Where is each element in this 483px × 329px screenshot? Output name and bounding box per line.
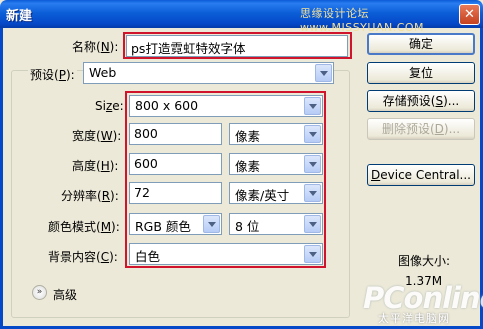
reset-button[interactable]: 复位 bbox=[367, 62, 475, 84]
size-label: Size: bbox=[95, 99, 124, 113]
pconline-watermark-tagline: 太平洋电脑网 bbox=[378, 312, 450, 325]
expand-icon[interactable]: » bbox=[32, 285, 47, 300]
highlight-settings bbox=[125, 91, 326, 268]
highlight-name bbox=[123, 32, 352, 59]
window-title: 新建 bbox=[6, 9, 33, 24]
close-button[interactable]: ✕ bbox=[459, 4, 480, 25]
image-size-label: 图像大小: bbox=[398, 254, 451, 268]
height-label: 高度(H): bbox=[72, 159, 119, 173]
title-bar: 新建 思缘设计论坛 www.MISSYUAN.COM ✕ bbox=[0, 0, 483, 34]
delete-preset-button[interactable]: 删除预设(D)... bbox=[367, 118, 475, 140]
resolution-label: 分辨率(R): bbox=[61, 189, 119, 203]
device-central-button[interactable]: Device Central... bbox=[367, 164, 475, 186]
name-label: 名称(N): bbox=[72, 40, 119, 54]
chevron-down-icon bbox=[315, 64, 332, 82]
preset-label: 预设(P): bbox=[28, 66, 77, 83]
advanced-label[interactable]: 高级 bbox=[53, 286, 77, 303]
close-icon: ✕ bbox=[464, 7, 475, 22]
width-label: 宽度(W): bbox=[72, 129, 122, 143]
color-mode-label: 颜色模式(M): bbox=[48, 220, 120, 234]
ok-button[interactable]: 确定 bbox=[367, 33, 475, 55]
save-preset-button[interactable]: 存储预设(S)... bbox=[367, 90, 475, 112]
preset-select[interactable]: Web bbox=[83, 62, 334, 84]
background-label: 背景内容(C): bbox=[48, 250, 118, 264]
